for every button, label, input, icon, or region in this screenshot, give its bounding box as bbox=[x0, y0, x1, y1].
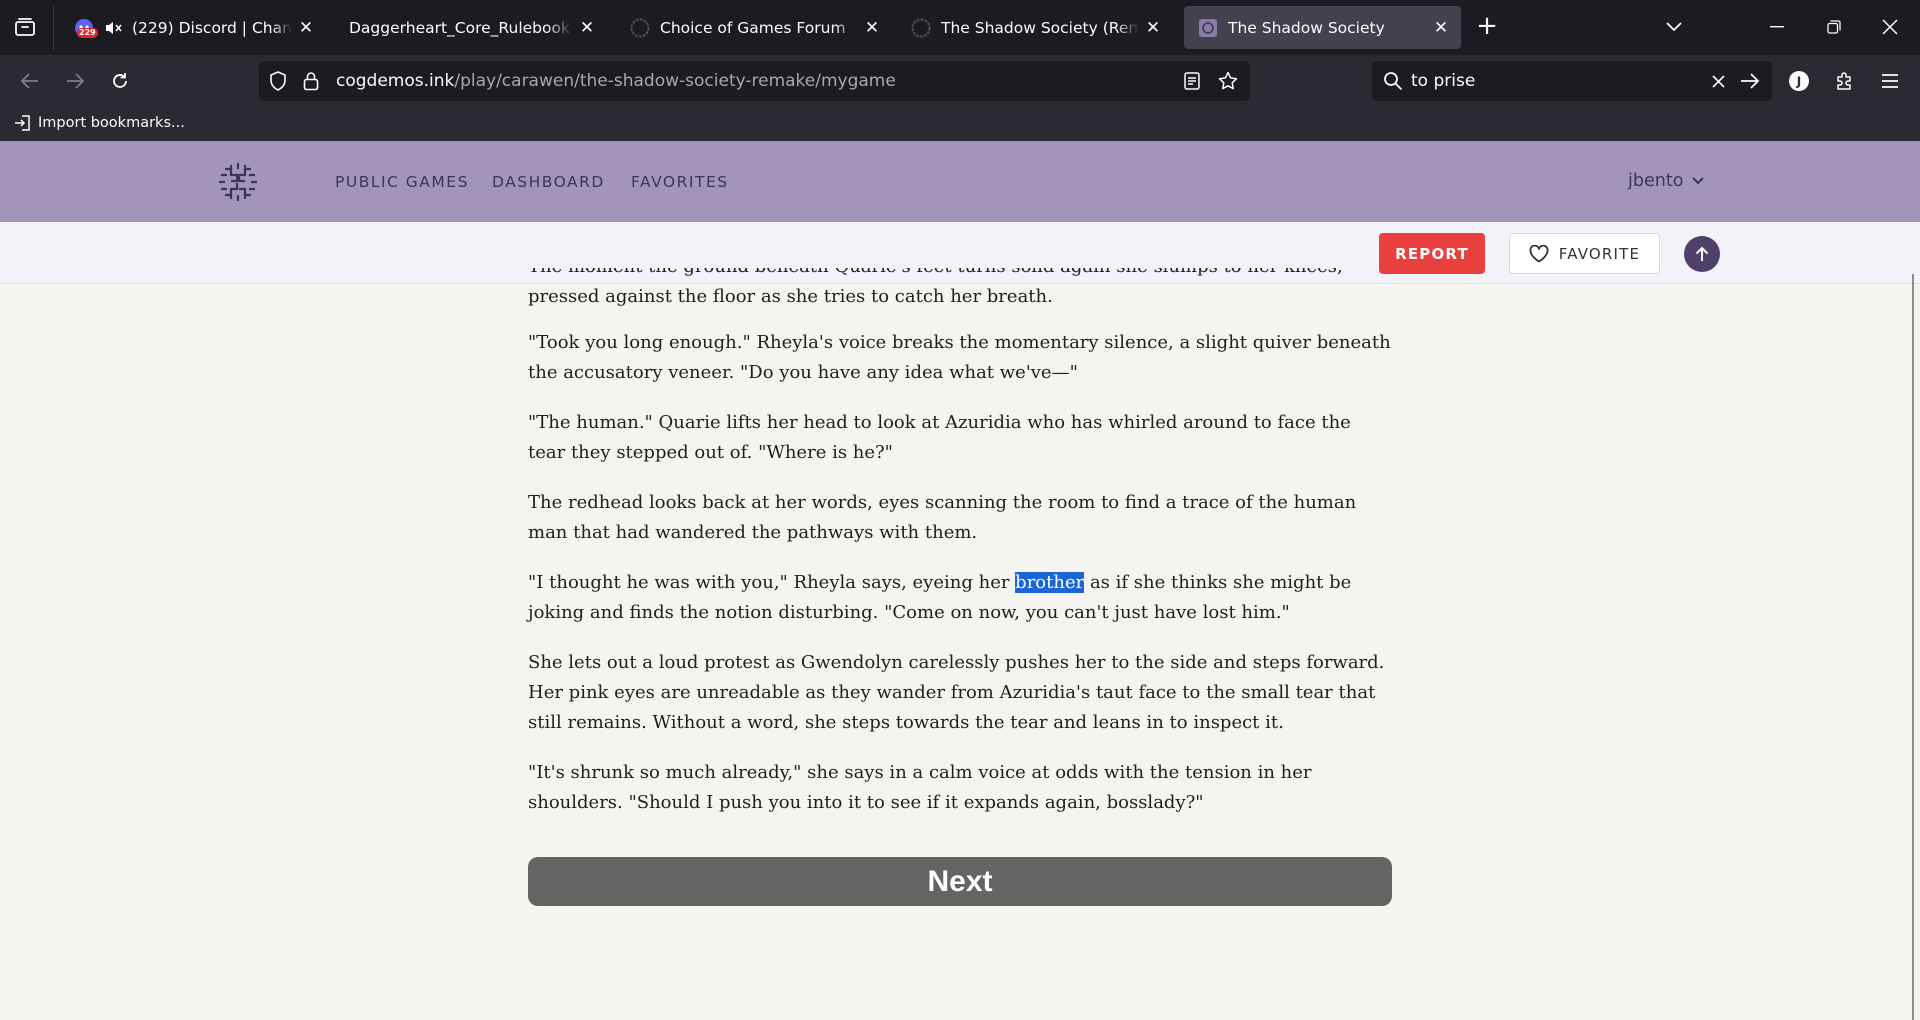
close-tab-icon[interactable]: ✕ bbox=[858, 14, 886, 42]
url-domain: cogdemos.ink bbox=[336, 71, 455, 91]
story-paragraph: She lets out a loud protest as Gwendolyn… bbox=[528, 652, 1385, 733]
story-text: The moment the ground beneath Quarie's f… bbox=[528, 268, 1392, 818]
search-icon bbox=[1384, 72, 1403, 91]
import-icon bbox=[15, 115, 30, 131]
address-bar[interactable]: cogdemos.ink/play/carawen/the-shadow-soc… bbox=[259, 61, 1250, 101]
tab-daggerheart-pdf[interactable]: Daggerheart_Core_Rulebook-5-20-2025.pdf … bbox=[335, 6, 607, 49]
notification-badge: 229 bbox=[77, 27, 98, 38]
tab-bar: 229 (229) Discord | Channels & Direct Me… bbox=[0, 0, 1920, 55]
tab-shadow-society-remake[interactable]: The Shadow Society (Remake) (WIP) ✕ bbox=[897, 6, 1173, 49]
tab-separator bbox=[53, 6, 54, 50]
tab-title: The Shadow Society bbox=[1228, 18, 1385, 37]
story-paragraph: "It's shrunk so much already," she says … bbox=[528, 762, 1312, 813]
account-avatar-icon: J bbox=[1789, 71, 1809, 91]
close-window-button[interactable] bbox=[1877, 14, 1903, 40]
clipped-line: The moment the ground beneath Quarie's f… bbox=[528, 268, 1392, 282]
hamburger-menu-icon bbox=[1882, 74, 1898, 88]
chevron-down-icon bbox=[1666, 22, 1682, 32]
next-button[interactable]: Next bbox=[528, 857, 1392, 906]
tab-title: The Shadow Society (Remake) (WIP) bbox=[941, 18, 1139, 37]
svg-text:J: J bbox=[1796, 75, 1801, 89]
story-paragraph: "I thought he was with you," Rheyla says… bbox=[528, 568, 1392, 628]
restore-icon bbox=[1827, 20, 1841, 34]
favorite-button[interactable]: FAVORITE bbox=[1509, 233, 1660, 274]
username: jbento bbox=[1628, 171, 1684, 191]
close-icon bbox=[1882, 19, 1898, 35]
selected-text[interactable]: brother bbox=[1015, 572, 1085, 593]
shield-icon[interactable] bbox=[269, 71, 287, 91]
nav-public-games[interactable]: PUBLIC GAMES bbox=[335, 173, 469, 191]
reload-button[interactable] bbox=[106, 67, 134, 95]
forward-button[interactable] bbox=[61, 67, 89, 95]
extensions-button[interactable] bbox=[1831, 67, 1859, 95]
tab-title: Daggerheart_Core_Rulebook-5-20-2025.pdf bbox=[349, 18, 573, 37]
tab-title: (229) Discord | Channels & Direct Messag… bbox=[132, 18, 292, 37]
discord-icon: 229 bbox=[74, 18, 98, 38]
tab-shadow-society-active[interactable]: The Shadow Society ✕ bbox=[1184, 6, 1461, 49]
cogdemos-logo[interactable] bbox=[217, 161, 259, 203]
import-bookmarks-button[interactable]: Import bookmarks... bbox=[14, 114, 185, 132]
story-paragraph: The moment the ground beneath Quarie's f… bbox=[528, 268, 1392, 312]
nav-favorites[interactable]: FAVORITES bbox=[631, 173, 729, 191]
scrollbar[interactable] bbox=[1912, 274, 1914, 1020]
cog-forum-icon bbox=[911, 17, 931, 38]
account-button[interactable]: J bbox=[1785, 67, 1813, 95]
close-tab-icon[interactable]: ✕ bbox=[573, 14, 601, 42]
puzzle-piece-icon bbox=[1837, 72, 1851, 90]
go-arrow-icon[interactable] bbox=[1740, 72, 1760, 90]
close-tab-icon[interactable]: ✕ bbox=[1427, 14, 1455, 42]
nav-dashboard[interactable]: DASHBOARD bbox=[492, 173, 605, 191]
search-input[interactable] bbox=[1411, 70, 1711, 92]
report-button[interactable]: REPORT bbox=[1379, 233, 1485, 274]
cogdemos-icon bbox=[1198, 18, 1218, 38]
minimize-button[interactable] bbox=[1764, 14, 1790, 40]
reload-icon bbox=[113, 73, 127, 88]
favorite-label: FAVORITE bbox=[1558, 244, 1641, 263]
heart-icon bbox=[1529, 244, 1549, 262]
url-text[interactable]: cogdemos.ink/play/carawen/the-shadow-soc… bbox=[336, 71, 896, 91]
app-menu-button[interactable] bbox=[1876, 67, 1904, 95]
chevron-down-icon bbox=[1692, 177, 1705, 185]
story-paragraph: "The human." Quarie lifts her head to lo… bbox=[528, 412, 1351, 463]
site-header: PUBLIC GAMES DASHBOARD FAVORITES jbento bbox=[0, 141, 1920, 222]
import-bookmarks-label: Import bookmarks... bbox=[38, 115, 185, 131]
story-paragraph: "Took you long enough." Rheyla's voice b… bbox=[528, 332, 1391, 383]
restore-button[interactable] bbox=[1821, 14, 1847, 40]
bookmarks-toolbar: Import bookmarks... bbox=[0, 107, 1920, 141]
user-menu[interactable]: jbento bbox=[1628, 171, 1705, 191]
tab-title: Choice of Games Forum bbox=[660, 18, 846, 37]
lock-icon[interactable] bbox=[303, 71, 319, 91]
reader-view-icon[interactable] bbox=[1184, 72, 1200, 90]
arrow-right-icon bbox=[67, 73, 85, 89]
search-bar[interactable] bbox=[1372, 61, 1772, 101]
back-button[interactable] bbox=[16, 67, 44, 95]
clipped-line-text: The moment the ground beneath Quarie's f… bbox=[528, 268, 1392, 282]
story-text-part: "I thought he was with you," Rheyla says… bbox=[528, 572, 1016, 593]
cog-forum-icon bbox=[630, 17, 650, 38]
list-all-tabs-button[interactable] bbox=[1661, 14, 1687, 40]
tab-list-button[interactable] bbox=[12, 14, 38, 40]
tab-cog-forum[interactable]: Choice of Games Forum ✕ bbox=[616, 6, 892, 49]
new-tab-button[interactable]: + bbox=[1474, 13, 1500, 40]
close-tab-icon[interactable]: ✕ bbox=[1139, 14, 1167, 42]
bookmark-star-icon[interactable] bbox=[1218, 71, 1238, 91]
clear-search-icon[interactable] bbox=[1712, 75, 1725, 88]
muted-speaker-icon[interactable] bbox=[104, 20, 122, 36]
tab-list-icon bbox=[15, 18, 35, 36]
story-line: pressed against the floor as she tries t… bbox=[528, 286, 1053, 307]
tab-discord[interactable]: 229 (229) Discord | Channels & Direct Me… bbox=[60, 6, 326, 49]
url-path: /play/carawen/the-shadow-society-remake/… bbox=[454, 71, 896, 91]
story-paragraph: The redhead looks back at her words, eye… bbox=[528, 492, 1357, 543]
arrow-left-icon bbox=[20, 73, 38, 89]
scroll-to-top-button[interactable] bbox=[1684, 236, 1720, 272]
arrow-up-icon bbox=[1695, 246, 1709, 261]
close-tab-icon[interactable]: ✕ bbox=[292, 14, 320, 42]
navigation-toolbar: cogdemos.ink/play/carawen/the-shadow-soc… bbox=[0, 55, 1920, 107]
minimize-icon bbox=[1770, 26, 1784, 28]
